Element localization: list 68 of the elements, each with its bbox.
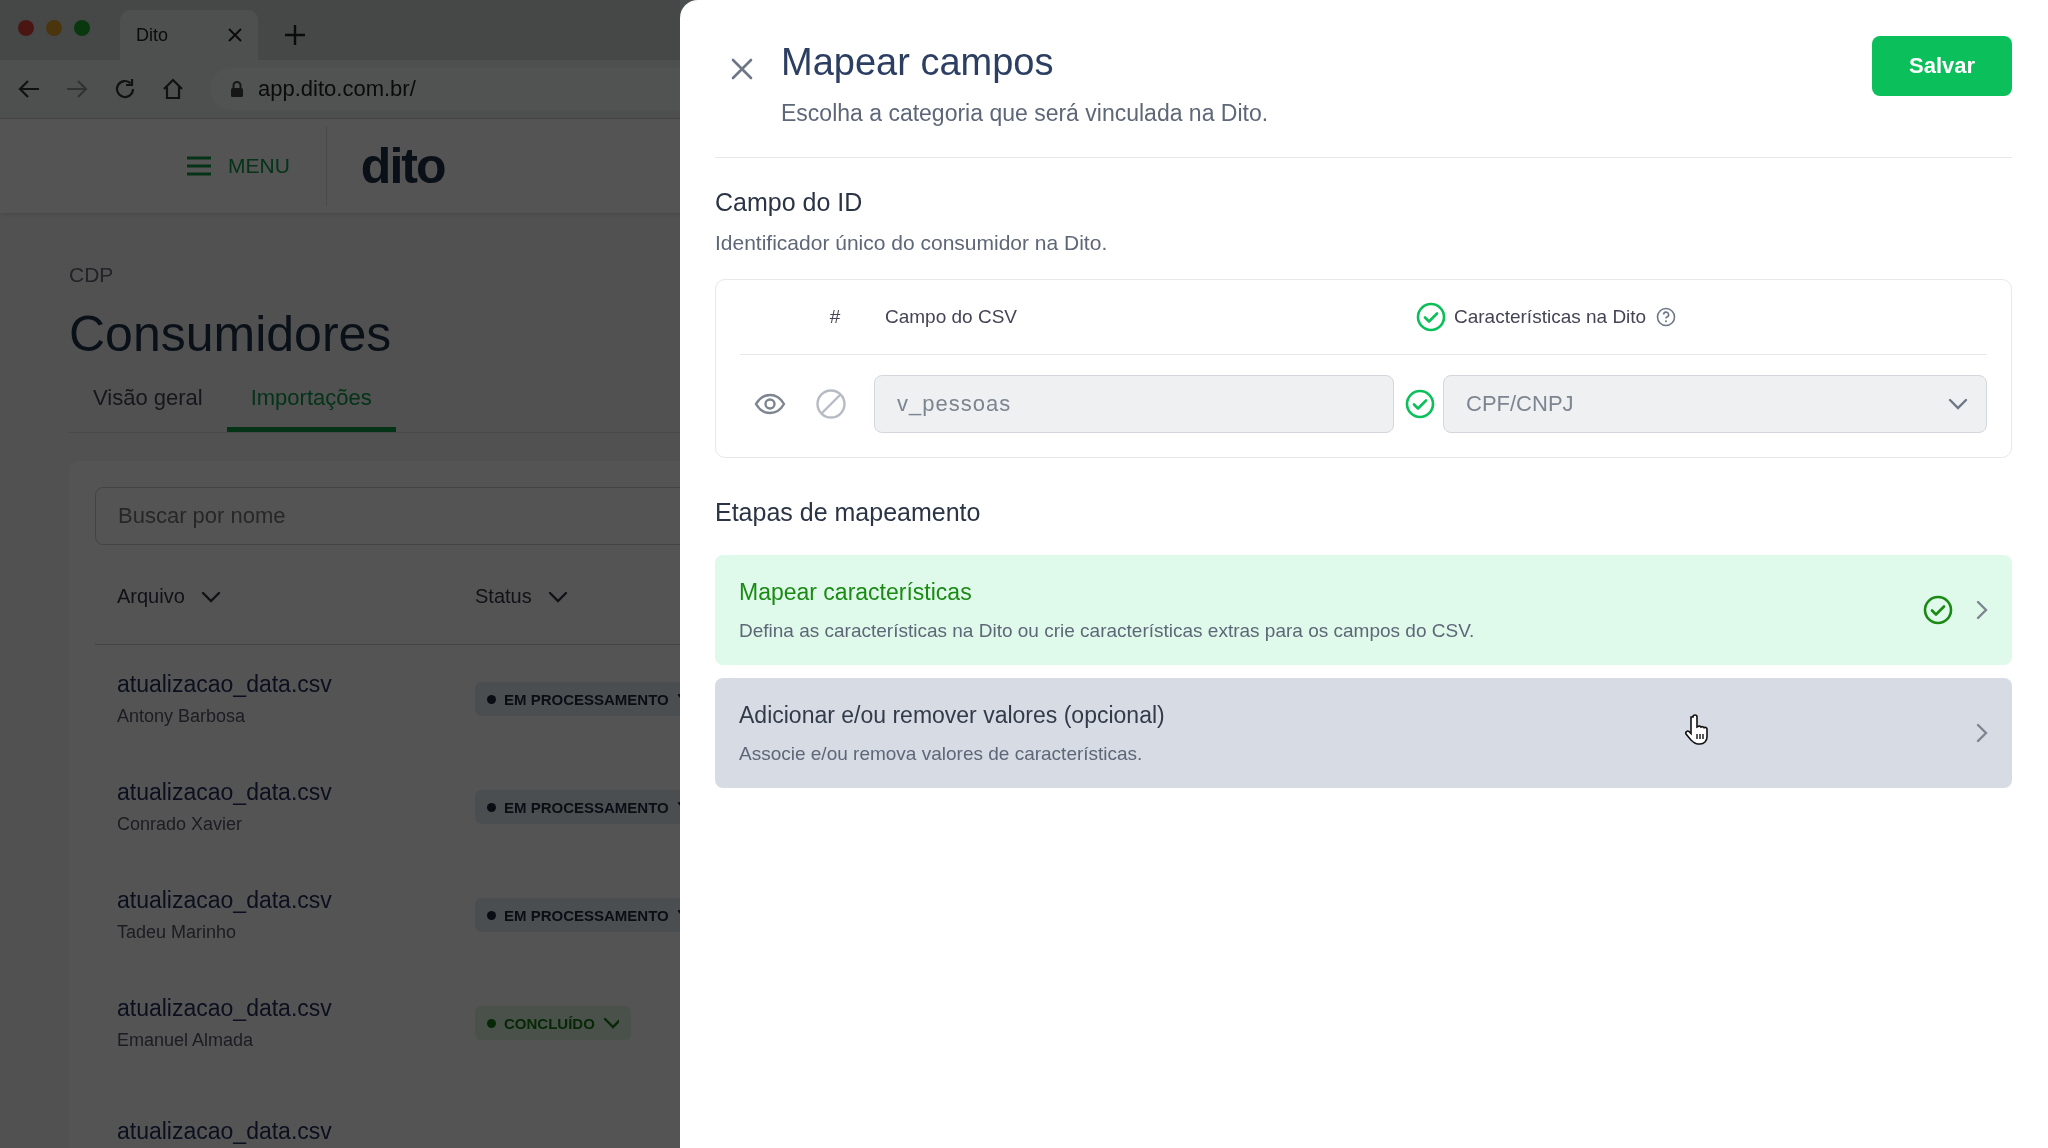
status-dot-icon [487, 802, 496, 812]
section-title: Etapas de mapeamento [715, 498, 982, 527]
chevron-right-icon [1976, 600, 1988, 620]
author-name: Antony Barbosa [117, 706, 247, 727]
step-title: Adicionar e/ou remover valores (opcional) [739, 701, 1166, 729]
check-circle-icon [1922, 594, 1954, 626]
status-badge[interactable]: EM PROCESSAMENTO [475, 790, 680, 824]
hand-cursor-icon [1685, 714, 1711, 746]
status-badge[interactable]: EM PROCESSAMENTO [475, 898, 680, 932]
step-title: Mapear características [739, 578, 973, 606]
tab[interactable]: Importações [226, 385, 396, 432]
column-header[interactable]: Arquivo [117, 585, 185, 608]
lock-icon [230, 80, 244, 98]
tab-title: Dito [136, 24, 168, 46]
input-field[interactable]: v_pessoas [874, 375, 1394, 433]
file-name: atualizacao_data.csv [117, 995, 333, 1022]
window-control-icon[interactable] [46, 20, 62, 36]
status-dot-icon [487, 1018, 496, 1028]
chevron-down-icon [200, 590, 221, 603]
file-name: atualizacao_data.csv [117, 671, 333, 698]
dropdown-value: CPF/CNPJ [1466, 391, 1574, 417]
author-name: Conrado Xavier [117, 814, 244, 835]
back-arrow-icon[interactable] [18, 79, 40, 99]
menu-icon [186, 156, 212, 176]
panel-subtitle: Escolha a categoria que será vinculada na Dito. [781, 100, 1270, 127]
window-control-icon[interactable] [74, 20, 90, 36]
chevron-down-icon [1948, 398, 1968, 410]
prohibited-icon[interactable] [815, 388, 847, 420]
browser-tab[interactable]: Dito [120, 10, 258, 60]
file-name: atualizacao_data.csv [117, 1117, 333, 1145]
panel-title: Mapear campos [781, 41, 1055, 84]
status-badge[interactable]: CONCLUÍDO [475, 1006, 631, 1040]
menu-button[interactable]: MENU [186, 154, 290, 178]
window-control-icon[interactable] [18, 20, 34, 36]
dropdown[interactable]: CPF/CNPJ [1443, 375, 1987, 433]
section-description: Identificador único do consumidor na Dito. [715, 231, 1109, 255]
step-description: Defina as características na Dito ou crie características extras para os campos do CSV. [739, 619, 1476, 642]
column-header[interactable]: Status [475, 585, 532, 608]
chevron-right-icon [1976, 723, 1988, 743]
author-name: Emanuel Almada [117, 1030, 255, 1051]
tab[interactable]: Visão geral [69, 385, 227, 432]
help-icon[interactable] [1656, 307, 1677, 327]
column-header: # [828, 306, 842, 328]
column-header: Características na Dito [1454, 306, 1647, 328]
file-name: atualizacao_data.csv [117, 779, 333, 806]
step-card[interactable]: Adicionar e/ou remover valores (opcional) Associe e/ou remova valores de características. [715, 678, 2012, 788]
close-icon[interactable] [228, 28, 242, 42]
status-dot-icon [487, 910, 496, 920]
step-card[interactable]: Mapear características Defina as características na Dito ou crie características extras para os campos do CSV. [715, 555, 2012, 665]
close-icon [731, 58, 753, 80]
section-title: Campo do ID [715, 188, 864, 217]
reload-icon[interactable] [114, 78, 136, 100]
step-description: Associe e/ou remova valores de características. [739, 742, 1144, 765]
chevron-down-icon [547, 590, 568, 603]
plus-icon[interactable] [284, 24, 306, 46]
file-name: atualizacao_data.csv [117, 887, 333, 914]
home-icon[interactable] [162, 78, 184, 100]
url-text: app.dito.com.br/ [258, 76, 416, 102]
column-header: Campo do CSV [885, 306, 1018, 328]
author-name: Tadeu Marinho [117, 922, 238, 943]
chevron-down-icon [602, 1017, 619, 1029]
logo[interactable]: dito [360, 137, 445, 195]
save-button[interactable]: Salvar [1872, 36, 2012, 96]
forward-arrow-icon[interactable] [66, 79, 88, 99]
status-dot-icon [487, 694, 496, 704]
eye-icon[interactable] [754, 393, 786, 415]
status-badge[interactable]: EM PROCESSAMENTO [475, 682, 680, 716]
page-title: Consumidores [69, 305, 393, 363]
